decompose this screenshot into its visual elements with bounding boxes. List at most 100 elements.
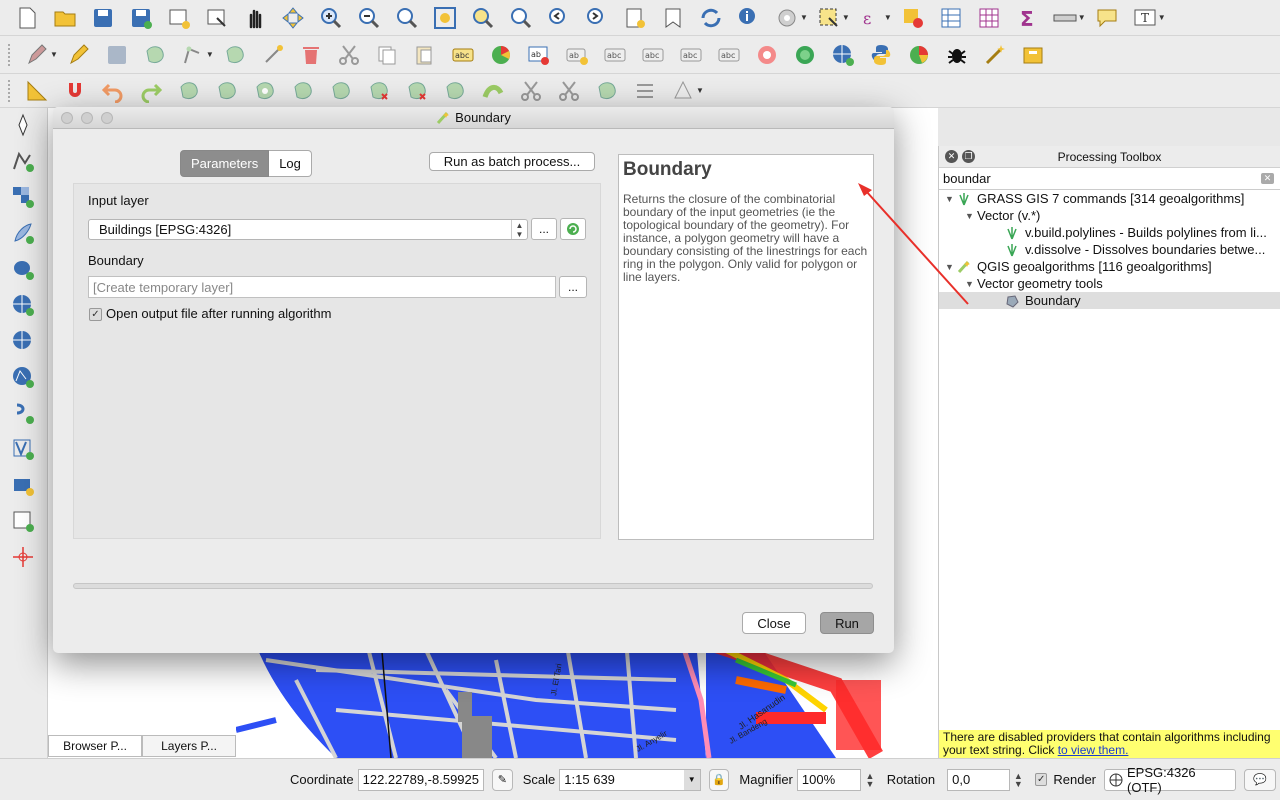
label-icon[interactable]: abc [450,42,476,68]
node-tool-icon[interactable] [260,42,286,68]
plugin-mmqgis-icon[interactable] [754,42,780,68]
tree-group-qgis[interactable]: ▼ QGIS geoalgorithms [116 geoalgorithms] [939,258,1280,275]
magnet-icon[interactable] [62,78,88,104]
tab-parameters[interactable]: Parameters [180,150,270,177]
add-ring-icon[interactable] [252,78,278,104]
expand-arrow-icon[interactable]: ▼ [965,211,977,221]
reshape-icon[interactable] [442,78,468,104]
paste-features-icon[interactable] [412,42,438,68]
mouse-icon[interactable]: ✎ [492,768,513,791]
rotate-feature-icon[interactable] [176,78,202,104]
add-feature-icon[interactable] [142,42,168,68]
run-action-icon[interactable] [774,5,800,31]
tree-item-v-build-polylines[interactable]: v.build.polylines - Builds polylines fro… [939,224,1280,241]
magnifier-field[interactable]: 100% [796,768,862,791]
split-parts-icon[interactable] [556,78,582,104]
zoom-window-button[interactable] [101,112,113,124]
measure-icon[interactable] [1052,5,1078,31]
map-tips-icon[interactable] [1094,5,1120,31]
label-move-icon[interactable]: abc [640,42,666,68]
plugin-openlayers-icon[interactable] [792,42,818,68]
render-checkbox[interactable]: ✓ [1035,773,1048,786]
expand-arrow-icon[interactable]: ▼ [945,194,957,204]
tree-group-vector[interactable]: ▼ Vector (v.*) [939,207,1280,224]
crs-button[interactable]: EPSG:4326 (OTF) [1104,765,1236,795]
new-map-view-icon[interactable] [622,5,648,31]
add-postgis-layer-icon[interactable] [10,256,36,282]
select-by-expression-icon[interactable]: ε [858,5,884,31]
save-edits-icon[interactable] [104,42,130,68]
browse-output-button[interactable]: ... [559,276,587,298]
copy-features-icon[interactable] [374,42,400,68]
tab-layers-panel[interactable]: Layers P... [142,735,236,757]
view-disabled-link[interactable]: to view them. [1058,743,1129,757]
map-view[interactable]: Jl. El Tari Jl. Hasanudin Jl. Bandeng Jl… [236,640,938,758]
redo-icon[interactable] [138,78,164,104]
zoom-in-icon[interactable] [318,5,344,31]
add-delimited-text-icon[interactable] [10,400,36,426]
bookmark-icon[interactable] [660,5,686,31]
advanced-digitize-icon[interactable] [24,78,50,104]
tree-item-v-dissolve[interactable]: v.dissolve - Dissolves boundaries betwe.… [939,241,1280,258]
new-project-icon[interactable] [14,5,40,31]
close-button[interactable]: Close [742,612,806,634]
open-output-checkbox[interactable]: ✓ [89,308,102,321]
add-vector-layer-icon[interactable] [10,148,36,174]
zoom-native-icon[interactable] [394,5,420,31]
tree-item-boundary[interactable]: Boundary [939,292,1280,309]
rotation-spinner-icon[interactable]: ▲ ▼ [1014,771,1023,788]
zoom-out-icon[interactable] [356,5,382,31]
magnifier-spinner-icon[interactable]: ▲ ▼ [865,771,875,788]
zoom-layer-icon[interactable] [508,5,534,31]
compass-icon[interactable] [10,112,36,138]
offset-curve-icon[interactable] [480,78,506,104]
vertex-tool-icon[interactable] [180,42,206,68]
refresh-icon[interactable] [698,5,724,31]
open-project-icon[interactable] [52,5,78,31]
tree-group-grass[interactable]: ▼ GRASS GIS 7 commands [314 geoalgorithm… [939,190,1280,207]
plugin-globe-icon[interactable] [830,42,856,68]
deselect-icon[interactable] [900,5,926,31]
add-virtual-layer-icon[interactable] [10,436,36,462]
tab-browser-panel[interactable]: Browser P... [48,735,142,757]
add-part-icon[interactable] [290,78,316,104]
text-annotation-icon[interactable]: T [1132,5,1158,31]
toolbar-grip[interactable] [8,43,12,66]
add-raster-layer-icon[interactable] [10,184,36,210]
zoom-last-icon[interactable] [546,5,572,31]
add-wcs-icon[interactable] [10,472,36,498]
add-wms-layer-icon[interactable] [10,292,36,318]
rotate-symbols-icon[interactable] [670,78,696,104]
lock-icon[interactable]: 🔒 [708,768,730,791]
boundary-output-field[interactable]: [Create temporary layer] [88,276,556,298]
run-batch-button[interactable]: Run as batch process... [429,152,595,171]
new-shapefile-icon[interactable] [10,508,36,534]
pan-icon[interactable] [242,5,268,31]
split-features-icon[interactable] [518,78,544,104]
tab-log[interactable]: Log [269,150,312,177]
bug-icon[interactable] [944,42,970,68]
tree-group-vector-geometry[interactable]: ▼ Vector geometry tools [939,275,1280,292]
input-layer-select[interactable]: Buildings [EPSG:4326] ▲ ▼ [88,219,528,240]
scale-combo[interactable]: 1:15 639 ▼ [559,768,701,791]
add-wcs-layer-icon[interactable] [10,328,36,354]
iterate-button[interactable] [560,218,586,240]
new-print-layout-icon[interactable] [166,5,192,31]
delete-selected-icon[interactable] [298,42,324,68]
merge-attributes-icon[interactable] [632,78,658,104]
delete-part-icon[interactable] [404,78,430,104]
simplify-feature-icon[interactable] [214,78,240,104]
expand-arrow-icon[interactable]: ▼ [945,262,957,272]
label-show-hide-icon[interactable]: abc [602,42,628,68]
label-rotate-icon[interactable]: abc [678,42,704,68]
clear-search-icon[interactable]: ✕ [1261,173,1274,184]
run-button[interactable]: Run [820,612,874,634]
diagram-icon[interactable] [488,42,514,68]
messages-icon[interactable]: 💬 [1243,768,1276,791]
attribute-table-icon[interactable] [938,5,964,31]
undo-icon[interactable] [100,78,126,104]
select-features-icon[interactable] [816,5,842,31]
current-edits-icon[interactable] [24,42,50,68]
wand-icon[interactable] [982,42,1008,68]
field-calculator-icon[interactable] [976,5,1002,31]
